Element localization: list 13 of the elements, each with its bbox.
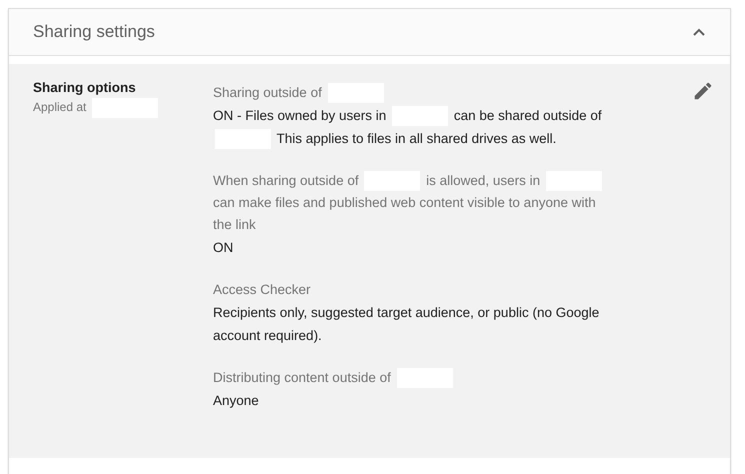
- setting-value: Anyone: [213, 392, 260, 410]
- applied-at-text: Applied at: [33, 98, 213, 118]
- setting-label: Distributing content outside of: [213, 367, 613, 389]
- setting-name: Sharing options: [33, 80, 137, 95]
- panel-header[interactable]: Sharing settings: [9, 9, 730, 56]
- setting-label: When sharing outside of is allowed, users in can make files and published web content visible to anyone with the link: [213, 170, 613, 236]
- setting-value: Recipients only, suggested target audience, or public (no Google account required).: [213, 304, 600, 345]
- setting-value: ON: [213, 239, 234, 257]
- panel-title: Sharing settings: [33, 22, 155, 42]
- setting-label: Sharing outside of: [213, 82, 613, 104]
- edit-icon[interactable]: [692, 80, 714, 102]
- setting-value: ON - Files owned by users in can be shared outside of This applies to files in all shared drives as well.: [213, 104, 613, 150]
- setting-label: Access Checker: [213, 281, 312, 299]
